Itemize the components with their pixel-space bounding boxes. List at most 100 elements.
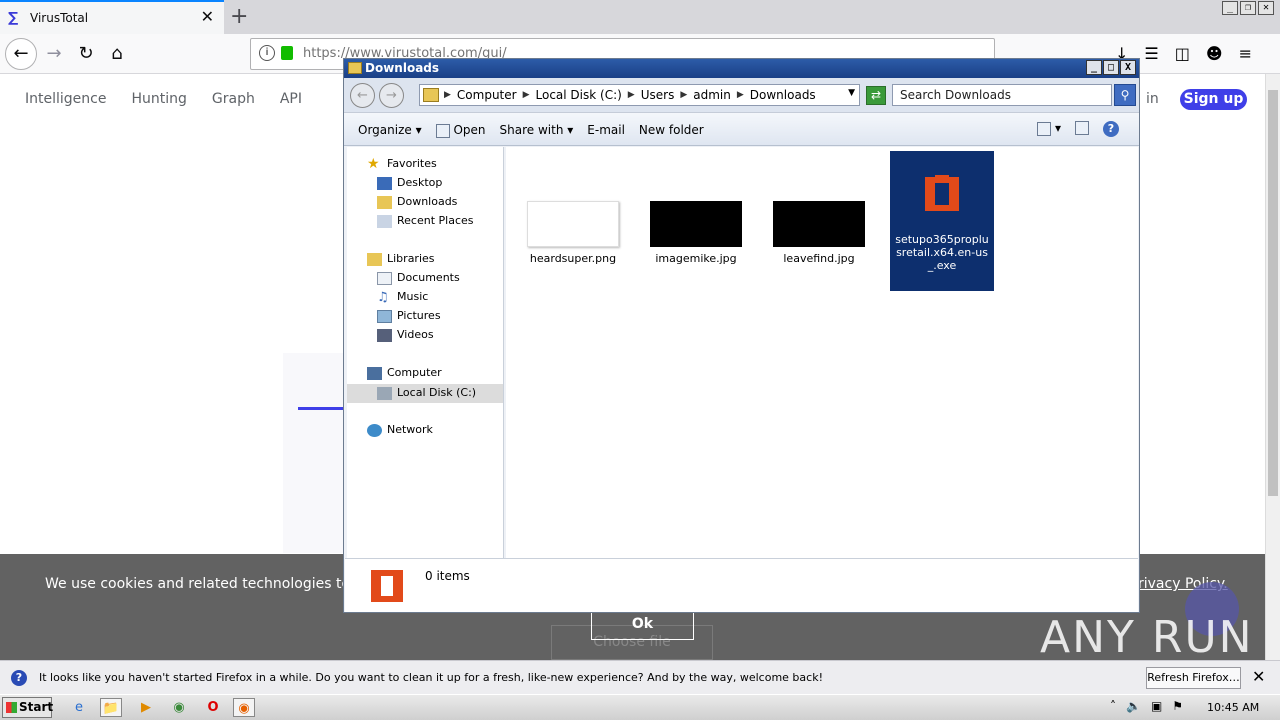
address-bar[interactable]: ▶ Computer ▶ Local Disk (C:) ▶ Users ▶ a…: [419, 84, 860, 106]
volume-icon[interactable]: 🔈: [1126, 699, 1141, 713]
sign-in-link[interactable]: in: [1146, 91, 1159, 107]
file-item[interactable]: leavefind.jpg: [767, 201, 871, 265]
libraries-icon: [367, 252, 382, 266]
tray-expand-icon[interactable]: ˄: [1110, 699, 1116, 713]
explorer-forward-button[interactable]: →: [379, 83, 404, 108]
preview-pane-icon[interactable]: [1075, 121, 1089, 135]
file-item[interactable]: imagemike.jpg: [644, 201, 748, 265]
nav-recent-label: Recent Places: [397, 214, 474, 227]
menu-icon[interactable]: ≡: [1239, 44, 1252, 63]
nav-documents-label: Documents: [397, 271, 460, 284]
opera-icon[interactable]: O: [202, 698, 224, 717]
sidebar-icon[interactable]: ◫: [1175, 44, 1190, 63]
sign-up-button[interactable]: Sign up: [1180, 89, 1247, 110]
nav-intelligence[interactable]: Intelligence: [25, 91, 106, 107]
nav-videos[interactable]: Videos: [377, 328, 434, 342]
library-icon[interactable]: ☰: [1144, 44, 1158, 63]
page-scrollbar[interactable]: [1265, 74, 1280, 660]
file-name: leavefind.jpg: [783, 252, 855, 265]
back-button[interactable]: ←: [5, 38, 37, 70]
nav-libraries-label: Libraries: [387, 252, 435, 265]
ie-icon[interactable]: e: [68, 698, 90, 717]
nav-computer[interactable]: Computer: [367, 366, 442, 380]
nav-api[interactable]: API: [280, 91, 302, 107]
network-tray-icon[interactable]: ▣: [1151, 699, 1162, 713]
nav-downloads[interactable]: Downloads: [377, 195, 457, 209]
videos-icon: [377, 328, 392, 342]
help-icon[interactable]: ?: [1103, 121, 1119, 137]
nav-hunting[interactable]: Hunting: [131, 91, 186, 107]
nav-recent-places[interactable]: Recent Places: [377, 214, 474, 228]
firefox-icon[interactable]: ◉: [233, 698, 255, 717]
organize-menu[interactable]: Organize ▾: [358, 123, 422, 138]
share-with-menu[interactable]: Share with ▾: [500, 123, 574, 138]
explorer-close-button[interactable]: X: [1120, 60, 1136, 75]
recent-places-icon: [377, 214, 392, 228]
file-name: imagemike.jpg: [655, 252, 737, 265]
local-disk-icon: [377, 386, 392, 400]
breadcrumb-users[interactable]: Users: [641, 88, 675, 102]
nav-music[interactable]: ♫ Music: [377, 290, 428, 304]
media-player-icon[interactable]: ▶: [135, 698, 157, 717]
open-icon: [435, 123, 450, 138]
explorer-minimize-button[interactable]: _: [1086, 60, 1102, 75]
new-folder-button[interactable]: New folder: [639, 123, 704, 138]
notification-text: It looks like you haven't started Firefo…: [39, 671, 823, 684]
close-window-button[interactable]: ✕: [1258, 1, 1274, 15]
home-button[interactable]: ⌂: [103, 40, 131, 68]
chevron-down-icon: ▾: [567, 123, 574, 137]
open-button[interactable]: Open: [435, 123, 486, 138]
breadcrumb-separator: ▶: [522, 90, 530, 100]
explorer-maximize-button[interactable]: □: [1103, 60, 1119, 75]
refresh-firefox-button[interactable]: Refresh Firefox…: [1146, 667, 1241, 689]
file-thumbnail: [650, 201, 742, 247]
breadcrumb-admin[interactable]: admin: [693, 88, 731, 102]
nav-pictures[interactable]: Pictures: [377, 309, 441, 323]
tab-virustotal[interactable]: ∑ VirusTotal ✕: [0, 0, 224, 34]
view-options[interactable]: ▾: [1037, 121, 1061, 137]
email-button[interactable]: E-mail: [587, 123, 625, 138]
organize-label: Organize: [358, 123, 412, 137]
account-icon[interactable]: ☻: [1206, 44, 1223, 63]
forward-button[interactable]: →: [40, 40, 68, 68]
nav-network[interactable]: Network: [367, 423, 433, 437]
folder-icon: [423, 88, 439, 102]
nav-favorites[interactable]: ★ Favorites: [367, 157, 437, 171]
start-button[interactable]: Start: [2, 697, 53, 718]
nav-local-disk[interactable]: Local Disk (C:): [347, 384, 503, 403]
file-item-selected[interactable]: setupo365proplusretail.x64.en-us_.exe: [890, 151, 994, 291]
scrollbar-thumb[interactable]: [1268, 90, 1278, 496]
file-item[interactable]: heardsuper.png: [521, 201, 625, 265]
breadcrumb: ▶ Computer ▶ Local Disk (C:) ▶ Users ▶ a…: [444, 88, 816, 102]
windows-flag-icon: [6, 702, 17, 713]
explorer-window-controls: _ □ X: [1086, 60, 1136, 75]
nav-desktop[interactable]: Desktop: [377, 176, 442, 190]
breadcrumb-localdisk[interactable]: Local Disk (C:): [536, 88, 622, 102]
explorer-taskbar-icon[interactable]: 📁: [100, 698, 122, 717]
restore-button[interactable]: ❐: [1240, 1, 1256, 15]
flag-icon[interactable]: ⚑: [1172, 699, 1183, 713]
explorer-title: Downloads: [365, 61, 440, 75]
breadcrumb-downloads[interactable]: Downloads: [750, 88, 816, 102]
info-icon[interactable]: i: [259, 45, 275, 61]
explorer-title-bar[interactable]: Downloads _ □ X: [344, 59, 1139, 78]
close-tab-icon[interactable]: ✕: [201, 7, 214, 26]
minimize-button[interactable]: _: [1222, 1, 1238, 15]
nav-desktop-label: Desktop: [397, 176, 443, 189]
details-pane: 0 items: [345, 558, 1138, 612]
clock[interactable]: 10:45 AM: [1207, 701, 1259, 714]
reload-button[interactable]: ↻: [72, 40, 100, 68]
nav-libraries[interactable]: Libraries: [367, 252, 435, 266]
nav-documents[interactable]: Documents: [377, 271, 460, 285]
chevron-down-icon[interactable]: ▼: [848, 88, 855, 98]
explorer-window: Downloads _ □ X ← → ▶ Computer ▶ Local D…: [343, 58, 1140, 613]
chrome-icon[interactable]: ◉: [168, 698, 190, 717]
new-tab-button[interactable]: +: [230, 4, 248, 29]
breadcrumb-computer[interactable]: Computer: [457, 88, 517, 102]
search-icon[interactable]: ⚲: [1114, 84, 1136, 106]
nav-graph[interactable]: Graph: [212, 91, 255, 107]
explorer-back-button[interactable]: ←: [350, 83, 375, 108]
refresh-icon[interactable]: ⇄: [866, 86, 886, 105]
close-notification-icon[interactable]: ✕: [1252, 667, 1265, 686]
search-input[interactable]: Search Downloads: [892, 84, 1112, 106]
